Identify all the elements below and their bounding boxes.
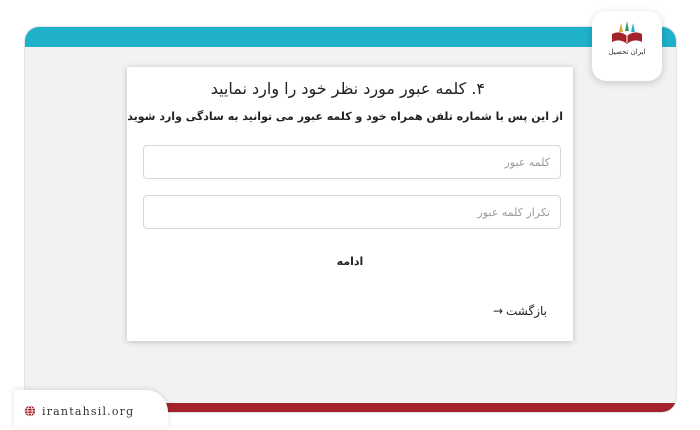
site-url-badge: irantahsil.org [14, 390, 168, 428]
top-color-band [25, 27, 676, 47]
confirm-password-input[interactable] [143, 195, 561, 229]
form-subtitle: از این پس با شماره تلفن همراه خود و کلمه… [127, 110, 563, 123]
brand-name: ایران تحصیل [608, 48, 646, 56]
site-url: irantahsil.org [42, 404, 135, 418]
password-input[interactable] [143, 145, 561, 179]
brand-logo: ایران تحصیل [592, 11, 662, 81]
book-pencil-logo-icon [612, 21, 642, 44]
back-label: بازگشت [506, 304, 547, 318]
form-title: ۴. کلمه عبور مورد نظر خود را وارد نمایید [210, 79, 485, 98]
password-form-card: ۴. کلمه عبور مورد نظر خود را وارد نمایید… [127, 67, 573, 341]
continue-button[interactable]: ادامه [127, 255, 573, 268]
back-link[interactable]: بازگشت → [493, 304, 547, 318]
arrow-right-icon: → [492, 304, 503, 318]
globe-icon [24, 405, 36, 417]
